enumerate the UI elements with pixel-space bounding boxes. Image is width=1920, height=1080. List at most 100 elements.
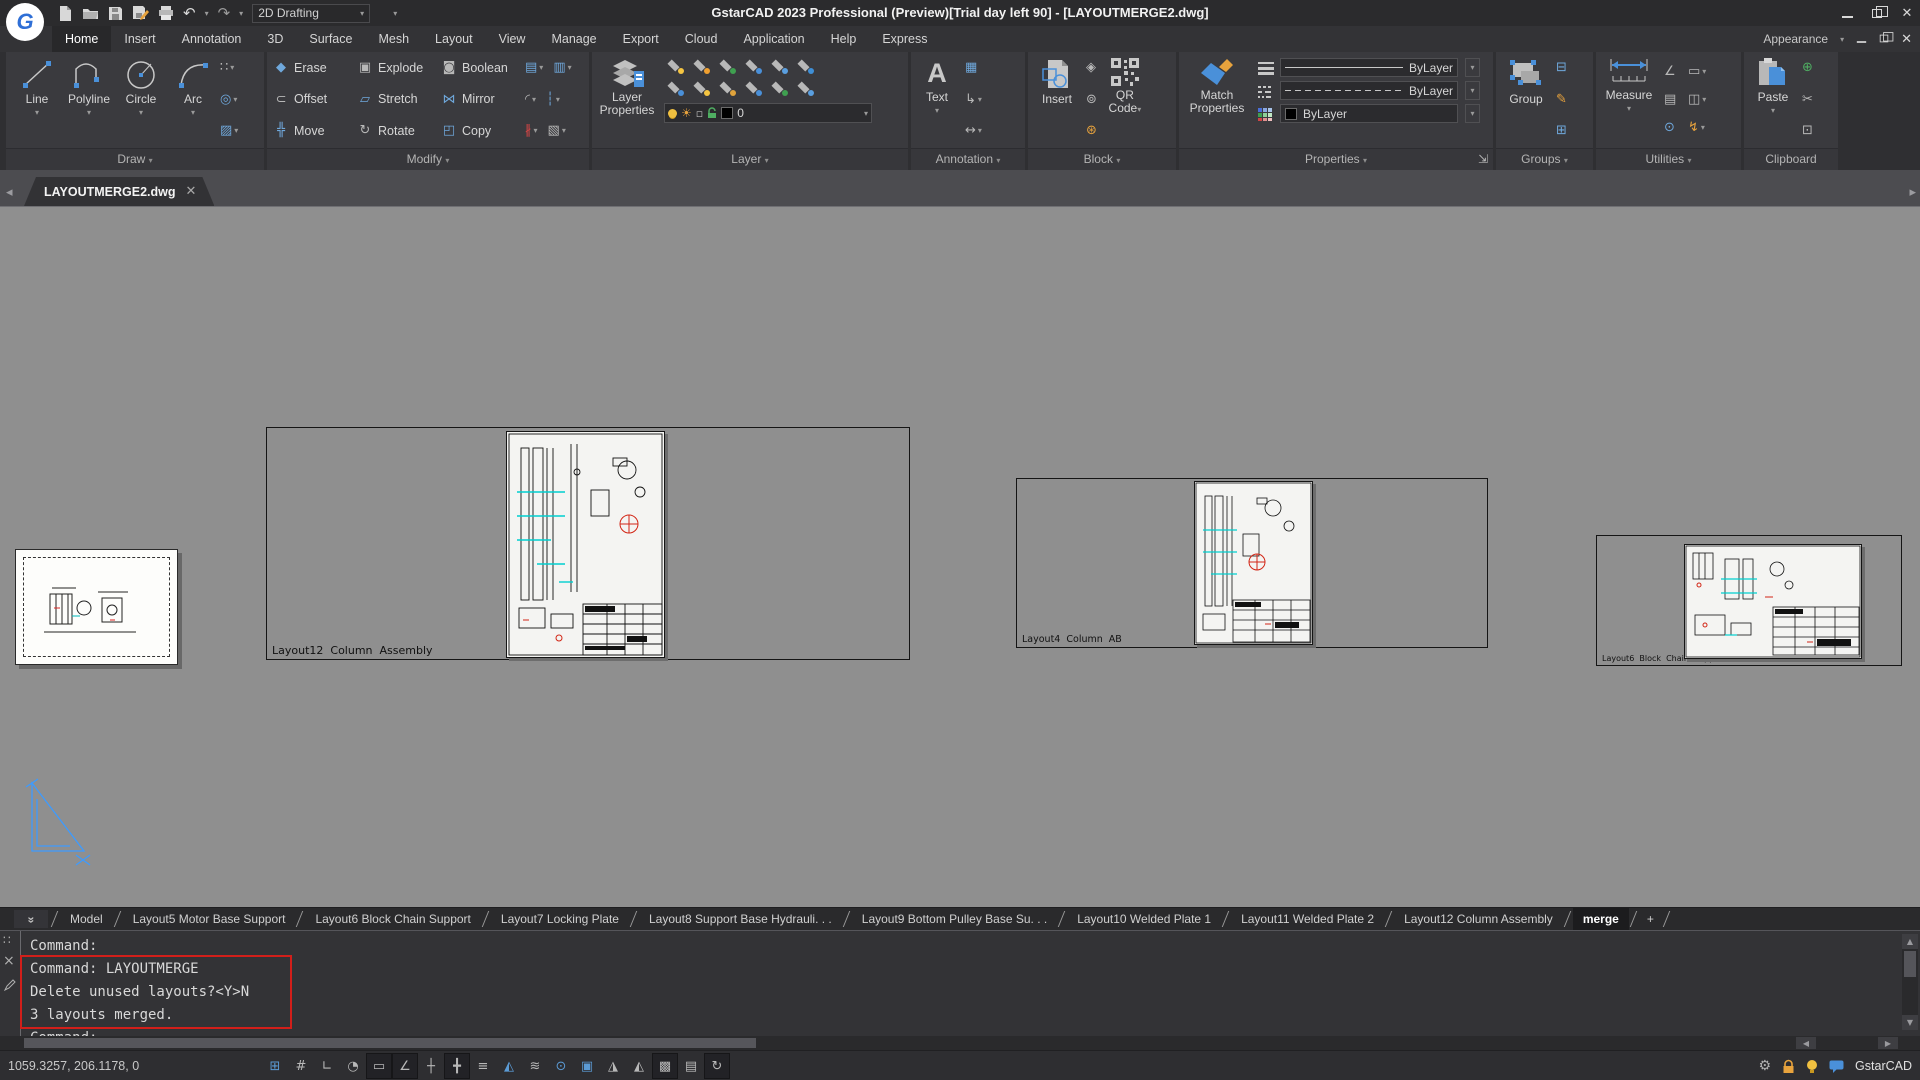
polar-toggle[interactable]: ◔ — [340, 1053, 366, 1079]
layout-tab-model[interactable]: Model — [60, 908, 113, 930]
document-tab-close-icon[interactable]: ✕ — [186, 184, 197, 199]
viewport-layout4[interactable]: Layout4 Column AB — [1016, 478, 1488, 648]
copy-mode-toggle[interactable]: ▣ — [574, 1053, 600, 1079]
redo-icon[interactable]: ↷ — [218, 4, 231, 22]
layer-tool-icon-2[interactable] — [690, 57, 712, 75]
layer-tool-icon-10[interactable] — [742, 79, 764, 97]
print-icon[interactable] — [158, 6, 174, 20]
command-close-icon[interactable]: × — [3, 953, 15, 969]
quick-select-button[interactable]: ▭▾ — [1688, 61, 1712, 82]
osnap-toggle[interactable]: ┼ — [418, 1053, 444, 1079]
annotation-scale-toggle[interactable]: ◮ — [600, 1053, 626, 1079]
undo-icon[interactable]: ↶ — [183, 4, 196, 22]
block-panel-label[interactable]: Block ▾ — [1028, 148, 1176, 170]
explode-button[interactable]: ▣Explode — [357, 57, 431, 78]
redo-dropdown-icon[interactable]: ▾ — [239, 9, 243, 18]
arc-button[interactable]: Arc▾ — [168, 57, 218, 145]
properties-panel-label[interactable]: Properties ▾ ⇲ — [1179, 148, 1493, 170]
menu-tab-annotation[interactable]: Annotation — [169, 26, 255, 52]
ellipse-button[interactable]: ◎▾ — [220, 89, 238, 110]
command-window[interactable]: ∷ × Command:Command: LAYOUTMERGEDelete u… — [0, 930, 1920, 1036]
hatch-button[interactable]: ▨▾ — [220, 120, 238, 141]
color-select[interactable]: ByLayer — [1280, 104, 1458, 123]
gstarcad-logo-icon[interactable]: G — [6, 3, 44, 41]
color-caret-icon[interactable]: ▾ — [1465, 104, 1480, 123]
layout-tab-layout11-welded-plate-2[interactable]: Layout11 Welded Plate 2 — [1231, 908, 1384, 930]
document-tab[interactable]: LAYOUTMERGE2.dwg ✕ — [24, 177, 214, 206]
doc-minimize-button[interactable] — [1856, 30, 1867, 48]
linetype-caret-icon[interactable]: ▾ — [1465, 81, 1480, 100]
layer-panel-label[interactable]: Layer ▾ — [592, 148, 908, 170]
appearance-menu[interactable]: Appearance — [1763, 32, 1828, 46]
layer-tool-icon-6[interactable] — [794, 57, 816, 75]
vscroll-thumb[interactable] — [1904, 951, 1916, 977]
layout-tab-layout7-locking-plate[interactable]: Layout7 Locking Plate — [491, 908, 629, 930]
stretch-button[interactable]: ▱Stretch — [357, 89, 431, 110]
layer-properties-button[interactable]: Layer Properties — [598, 57, 656, 123]
layer-tool-icon-3[interactable] — [716, 57, 738, 75]
undo-dropdown-icon[interactable]: ▾ — [205, 9, 209, 18]
hscroll-thumb[interactable] — [24, 1038, 756, 1048]
align-button[interactable]: ▥▾ — [553, 57, 571, 78]
ucs-toggle[interactable]: ↻ — [704, 1053, 730, 1079]
ungroup-button[interactable]: ⊟ — [1556, 57, 1567, 78]
layer-tool-icon-12[interactable] — [794, 79, 816, 97]
array-button[interactable]: ▤▾ — [525, 57, 543, 78]
drawing-canvas[interactable]: Layout12 Column Assembly — [0, 207, 1920, 907]
annotation-monitor-toggle[interactable]: ◭ — [496, 1053, 522, 1079]
rotate-button[interactable]: ↻Rotate — [357, 120, 431, 141]
measure-button[interactable]: Measure▾ — [1602, 57, 1656, 145]
grid-toggle[interactable]: # — [288, 1053, 314, 1079]
qr-code-button[interactable]: QR Code▾ — [1103, 57, 1147, 145]
table-button[interactable]: ▦ — [965, 57, 982, 78]
lock-icon[interactable] — [1782, 1059, 1795, 1074]
scroll-right-icon[interactable]: ▶ — [1878, 1037, 1898, 1049]
layer-tool-icon-1[interactable] — [664, 57, 686, 75]
offset-button[interactable]: ⊂Offset — [273, 89, 347, 110]
add-layout-tab[interactable]: + — [1639, 908, 1662, 930]
layout-tabs-expand-button[interactable]: » — [14, 910, 48, 928]
fillet-button[interactable]: ◜▾ — [525, 89, 536, 110]
utilities-panel-label[interactable]: Utilities ▾ — [1596, 148, 1741, 170]
leader-button[interactable]: ↳▾ — [965, 89, 982, 110]
doc-restore-button[interactable] — [1879, 30, 1889, 48]
menu-tab-help[interactable]: Help — [818, 26, 870, 52]
lineweight-caret-icon[interactable]: ▾ — [1465, 58, 1480, 77]
open-folder-icon[interactable] — [82, 6, 99, 20]
message-icon[interactable] — [1829, 1060, 1844, 1073]
doc-close-button[interactable]: ✕ — [1901, 34, 1912, 44]
scroll-left-icon[interactable]: ◀ — [1796, 1037, 1816, 1049]
group-select-button[interactable]: ⊞ — [1556, 120, 1567, 141]
linetype-select[interactable]: ByLayer — [1280, 81, 1458, 100]
paste-button[interactable]: Paste▾ — [1750, 57, 1796, 145]
layer-tool-icon-5[interactable] — [768, 57, 790, 75]
erase-button[interactable]: ◆Erase — [273, 57, 347, 78]
viewport-layout12[interactable]: Layout12 Column Assembly — [266, 427, 910, 660]
attribute-define-button[interactable]: ◈ — [1086, 57, 1097, 78]
boolean-button[interactable]: ◙Boolean — [441, 57, 515, 78]
menu-tab-export[interactable]: Export — [610, 26, 672, 52]
centerline-button[interactable]: ┆▾ — [546, 89, 560, 110]
quick-properties-toggle[interactable]: ▤ — [678, 1053, 704, 1079]
dynamic-ucs-toggle[interactable]: ▭ — [366, 1053, 392, 1079]
copy-button[interactable]: ◰Copy — [441, 120, 515, 141]
command-edit-icon[interactable] — [4, 979, 16, 991]
move-button[interactable]: ╬Move — [273, 120, 347, 141]
menu-tab-insert[interactable]: Insert — [111, 26, 168, 52]
menu-tab-surface[interactable]: Surface — [296, 26, 365, 52]
menu-tab-express[interactable]: Express — [869, 26, 940, 52]
ortho-toggle[interactable]: ∟ — [314, 1053, 340, 1079]
circle-button[interactable]: Circle▾ — [116, 57, 166, 145]
match-properties-button[interactable]: Match Properties — [1185, 57, 1249, 126]
restore-button[interactable] — [1870, 6, 1884, 21]
layout-tab-layout8-support-base-hydrauli-[interactable]: Layout8 Support Base Hydrauli. . . — [639, 908, 842, 930]
menu-tab-application[interactable]: Application — [730, 26, 817, 52]
bulb-icon[interactable] — [1806, 1059, 1818, 1074]
draw-panel-label[interactable]: Draw ▾ — [6, 148, 264, 170]
quick-measure-button[interactable]: ↯▾ — [1688, 117, 1712, 138]
dimension-button[interactable]: ↔▾ — [965, 120, 982, 141]
menu-tab-view[interactable]: View — [486, 26, 539, 52]
point-tools-button[interactable]: ∷▾ — [220, 57, 238, 78]
cut-button[interactable]: ✂ — [1802, 89, 1813, 110]
group-edit-button[interactable]: ✎ — [1556, 89, 1567, 110]
